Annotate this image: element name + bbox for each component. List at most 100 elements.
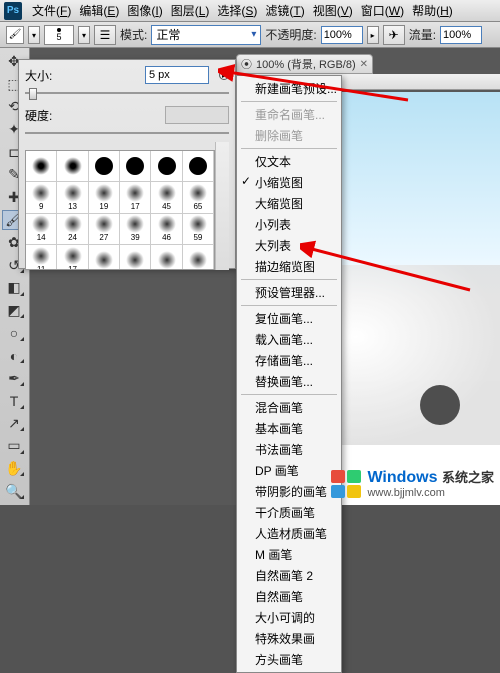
menu-item[interactable]: 存储画笔 <box>237 350 341 371</box>
brush-preset-cell[interactable]: 45 <box>151 182 182 213</box>
menu-item[interactable]: M 画笔 <box>237 544 341 565</box>
brush-preset-cell[interactable] <box>89 151 120 182</box>
tool-gradient[interactable]: ◩ <box>2 301 26 321</box>
menu-item[interactable]: 描边缩览图 <box>237 256 341 277</box>
brush-panel-toggle[interactable]: ☰ <box>94 25 116 45</box>
menu-item[interactable]: 人造材质画笔 <box>237 523 341 544</box>
menu-item[interactable]: 大小可调的 <box>237 607 341 628</box>
menu-item[interactable]: 基本画笔 <box>237 418 341 439</box>
menu-item[interactable]: DP 画笔 <box>237 460 341 481</box>
menu-i[interactable]: 图像(I) <box>123 2 166 19</box>
brush-preset-cell[interactable]: 27 <box>89 214 120 245</box>
brush-preset-cell[interactable] <box>120 151 151 182</box>
opacity-arrow[interactable]: ▸ <box>367 26 379 44</box>
tool-pen[interactable]: ✒ <box>2 368 26 388</box>
brush-preset-cell[interactable]: 65 <box>183 182 214 213</box>
tool-blur[interactable]: ○ <box>2 323 26 343</box>
scrollbar[interactable] <box>215 142 229 270</box>
tool-zoom[interactable]: 🔍 <box>2 481 26 501</box>
tool-type[interactable]: T <box>2 391 26 411</box>
brush-preset-cell[interactable]: 13 <box>57 182 88 213</box>
tool-preset-picker[interactable]: 🖌 <box>6 26 24 44</box>
mode-label: 模式: <box>120 26 147 43</box>
menu-item[interactable]: 载入画笔 <box>237 329 341 350</box>
brush-preset-cell[interactable]: 24 <box>57 214 88 245</box>
menu-item[interactable]: 方头画笔 <box>237 649 341 670</box>
brush-preset-grid[interactable]: 913191745651424273946591117 <box>25 150 215 270</box>
brush-preset-cell[interactable]: 19 <box>89 182 120 213</box>
menu-separator <box>241 305 337 306</box>
menu-item[interactable]: ✓小缩览图 <box>237 172 341 193</box>
menu-item[interactable]: 替换画笔 <box>237 371 341 392</box>
flow-field[interactable]: 100% <box>440 26 482 44</box>
menu-f[interactable]: 文件(F) <box>28 2 75 19</box>
menu-item[interactable]: 书法画笔 <box>237 439 341 460</box>
menu-item[interactable]: 大列表 <box>237 235 341 256</box>
brush-preset-cell[interactable] <box>151 245 182 270</box>
menu-separator <box>241 101 337 102</box>
menu-l[interactable]: 图层(L) <box>167 2 214 19</box>
menu-e[interactable]: 编辑(E) <box>75 2 123 19</box>
brush-preset-cell[interactable]: 17 <box>120 182 151 213</box>
brush-preset-cell[interactable]: 17 <box>57 245 88 270</box>
brush-preset-dropdown[interactable]: ▾ <box>78 26 90 44</box>
brush-preset-cell[interactable] <box>89 245 120 270</box>
brush-hardness-slider[interactable] <box>25 128 229 138</box>
menu-h[interactable]: 帮助(H) <box>408 2 457 19</box>
tool-eraser[interactable]: ◧ <box>2 278 26 298</box>
brush-size-label: 大小: <box>25 67 63 84</box>
brush-preset-cell[interactable]: 46 <box>151 214 182 245</box>
menu-item[interactable]: 小列表 <box>237 214 341 235</box>
brush-hardness-input[interactable] <box>165 106 229 124</box>
menu-w[interactable]: 窗口(W) <box>357 2 408 19</box>
brush-size-number: 5 <box>56 33 61 42</box>
opacity-field[interactable]: 100% <box>321 26 363 44</box>
brush-preset-cell[interactable] <box>120 245 151 270</box>
brush-preset-cell[interactable] <box>183 151 214 182</box>
tool-preset-dropdown[interactable]: ▾ <box>28 26 40 44</box>
menu-item[interactable]: 特殊效果画 <box>237 628 341 649</box>
flyout-menu-button[interactable]: ▸ <box>219 70 229 80</box>
brush-preset-cell[interactable]: 9 <box>26 182 57 213</box>
menu-item[interactable]: 自然画笔 <box>237 586 341 607</box>
mode-value: 正常 <box>156 26 180 43</box>
menu-item[interactable]: 带阴影的画笔 <box>237 481 341 502</box>
close-tab-icon[interactable]: ✕ <box>360 59 368 70</box>
menu-item[interactable]: 大缩览图 <box>237 193 341 214</box>
menu-item[interactable]: 新建画笔预设 <box>237 78 341 99</box>
app-logo: Ps <box>4 2 22 20</box>
menu-v[interactable]: 视图(V) <box>309 2 357 19</box>
watermark: Windows 系统之家 www.bjjmlv.com <box>331 469 494 499</box>
brush-preset-cell[interactable] <box>183 245 214 270</box>
brush-preset-cell[interactable] <box>151 151 182 182</box>
menu-separator <box>241 148 337 149</box>
mode-select[interactable]: 正常 ▾ <box>151 25 261 45</box>
menu-item[interactable]: 干介质画笔 <box>237 502 341 523</box>
slider-thumb[interactable] <box>29 88 37 100</box>
menu-s[interactable]: 选择(S) <box>213 2 261 19</box>
tool-hand[interactable]: ✋ <box>2 459 26 479</box>
tool-rect[interactable]: ▭ <box>2 436 26 456</box>
menu-item[interactable]: 仅文本 <box>237 151 341 172</box>
brush-size-input[interactable]: 5 px <box>145 66 209 84</box>
brush-preset-cell[interactable]: 11 <box>26 245 57 270</box>
brush-preset-picker[interactable]: 5 <box>44 25 74 45</box>
menu-item[interactable]: 复位画笔 <box>237 308 341 329</box>
brush-preset-cell[interactable]: 14 <box>26 214 57 245</box>
airbrush-toggle[interactable]: ✈ <box>383 25 405 45</box>
tool-path[interactable]: ↗ <box>2 414 26 434</box>
brush-preset-cell[interactable]: 39 <box>120 214 151 245</box>
document-tab[interactable]: ⦿ 100% (背景, RGB/8) ✕ <box>236 54 373 74</box>
brush-size-slider[interactable] <box>25 88 229 98</box>
menu-item[interactable]: 混合画笔 <box>237 397 341 418</box>
tool-dodge[interactable]: ◐ <box>2 346 26 366</box>
brush-preset-cell[interactable]: 59 <box>183 214 214 245</box>
zoom-icon: ⦿ <box>241 56 252 72</box>
menu-t[interactable]: 滤镜(T) <box>261 2 308 19</box>
menu-item[interactable]: 预设管理器 <box>237 282 341 303</box>
brush-preset-cell[interactable] <box>57 151 88 182</box>
brush-preset-cell[interactable] <box>26 151 57 182</box>
brush-flyout-menu: 新建画笔预设重命名画笔删除画笔仅文本✓小缩览图大缩览图小列表大列表描边缩览图预设… <box>236 75 342 673</box>
menu-item: 删除画笔 <box>237 125 341 146</box>
menu-item[interactable]: 自然画笔 2 <box>237 565 341 586</box>
